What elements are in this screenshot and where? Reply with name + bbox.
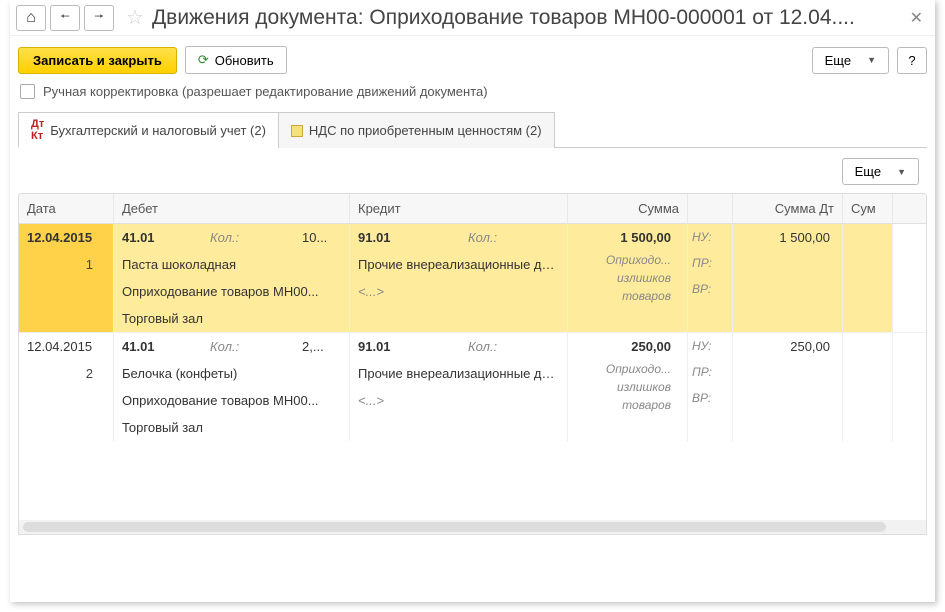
row2-debit-analytic1: Белочка (конфеты) — [114, 360, 349, 387]
close-button[interactable]: ✕ — [904, 8, 929, 28]
row2-index: 2 — [19, 360, 113, 387]
row1-debit-analytic3: Торговый зал — [114, 305, 349, 332]
row2-sum-desc2: излишков — [568, 378, 687, 396]
row1-debit-analytic1: Паста шоколадная — [114, 251, 349, 278]
row1-credit-kol-label: Кол.: — [468, 230, 559, 245]
manual-edit-checkbox[interactable] — [20, 84, 35, 99]
row1-sum: 1 500,00 — [568, 224, 687, 251]
row1-debit-account: 41.01 — [122, 230, 210, 245]
more-grid-label: Еще — [855, 164, 881, 179]
grid-header: Дата Дебет Кредит Сумма Сумма Дт Сум — [19, 194, 926, 224]
row2-vr-label: ВР: — [688, 385, 732, 411]
row2-credit-analytic1: Прочие внереализационные до... — [350, 360, 567, 387]
manual-edit-row: Ручная корректировка (разрешает редактир… — [10, 84, 935, 111]
more-button-top[interactable]: Еще ▼ — [812, 47, 889, 74]
header-blank — [688, 194, 733, 223]
row1-sum-desc3: товаров — [568, 287, 687, 305]
help-button[interactable]: ? — [897, 47, 927, 74]
tab-vat[interactable]: НДС по приобретенным ценностям (2) — [278, 112, 555, 148]
accounting-tab-icon: ДтКт — [31, 118, 44, 142]
tabs: ДтКт Бухгалтерский и налоговый учет (2) … — [18, 111, 927, 148]
row2-date: 12.04.2015 — [19, 333, 113, 360]
row2-debit-analytic3: Торговый зал — [114, 414, 349, 441]
row1-pr-label: ПР: — [688, 250, 732, 276]
row1-credit-analytic2: <...> — [350, 278, 567, 305]
row2-sumdt: 250,00 — [733, 333, 842, 360]
tab-accounting-label: Бухгалтерский и налоговый учет (2) — [50, 123, 266, 138]
save-and-close-button[interactable]: Записать и закрыть — [18, 47, 177, 74]
row1-sum-desc1: Оприходо... — [568, 251, 687, 269]
row2-sum-desc1: Оприходо... — [568, 360, 687, 378]
row2-sum: 250,00 — [568, 333, 687, 360]
row1-vr-label: ВР: — [688, 276, 732, 302]
arrow-left-icon: 🠔 — [60, 8, 70, 27]
chevron-down-icon: ▼ — [897, 167, 906, 177]
row1-credit-analytic1: Прочие внереализационные до... — [350, 251, 567, 278]
home-button[interactable]: ⌂ — [16, 5, 46, 31]
row1-nu-label: НУ: — [688, 224, 732, 250]
chevron-down-icon: ▼ — [867, 55, 876, 65]
row1-kol-label: Кол.: — [210, 230, 302, 245]
manual-edit-label: Ручная корректировка (разрешает редактир… — [43, 84, 488, 99]
refresh-label: Обновить — [215, 53, 274, 68]
postings-grid: Дата Дебет Кредит Сумма Сумма Дт Сум 12.… — [18, 193, 927, 535]
row2-debit-account: 41.01 — [122, 339, 210, 354]
more-button-grid[interactable]: Еще ▼ — [842, 158, 919, 185]
header-sum2[interactable]: Сум — [843, 194, 893, 223]
scrollbar-thumb[interactable] — [23, 522, 886, 532]
favorite-star-icon[interactable]: ☆ — [126, 5, 144, 30]
page-title: Движения документа: Оприходование товаро… — [152, 6, 900, 30]
table-row[interactable]: 12.04.2015 1 41.01 Кол.: 10... Паста шок… — [19, 224, 926, 332]
row1-debit-analytic2: Оприходование товаров МН00... — [114, 278, 349, 305]
row1-sumdt: 1 500,00 — [733, 224, 842, 251]
header-sum[interactable]: Сумма — [568, 194, 688, 223]
vat-tab-icon — [291, 125, 303, 137]
header-credit[interactable]: Кредит — [350, 194, 568, 223]
tab-accounting[interactable]: ДтКт Бухгалтерский и налоговый учет (2) — [18, 112, 279, 148]
row2-debit-analytic2: Оприходование товаров МН00... — [114, 387, 349, 414]
command-bar: Записать и закрыть ⟳ Обновить Еще ▼ ? — [10, 36, 935, 84]
row2-kol-label: Кол.: — [210, 339, 302, 354]
topbar: ⌂ 🠔 🠖 ☆ Движения документа: Оприходовани… — [10, 0, 935, 36]
horizontal-scrollbar[interactable] — [19, 520, 926, 534]
row2-pr-label: ПР: — [688, 359, 732, 385]
row1-kol-value: 10... — [302, 230, 341, 245]
row2-sum-desc3: товаров — [568, 396, 687, 414]
forward-button[interactable]: 🠖 — [84, 5, 114, 31]
row2-kol-value: 2,... — [302, 339, 341, 354]
header-date[interactable]: Дата — [19, 194, 114, 223]
grid-toolbar: Еще ▼ — [18, 148, 927, 193]
row2-credit-account: 91.01 — [358, 339, 468, 354]
row1-index: 1 — [19, 251, 113, 278]
row1-credit-account: 91.01 — [358, 230, 468, 245]
row2-nu-label: НУ: — [688, 333, 732, 359]
more-label: Еще — [825, 53, 851, 68]
row2-credit-analytic2: <...> — [350, 387, 567, 414]
row2-credit-kol-label: Кол.: — [468, 339, 559, 354]
header-debit[interactable]: Дебет — [114, 194, 350, 223]
home-icon: ⌂ — [26, 9, 36, 27]
tab-vat-label: НДС по приобретенным ценностям (2) — [309, 123, 542, 138]
back-button[interactable]: 🠔 — [50, 5, 80, 31]
row1-date: 12.04.2015 — [19, 224, 113, 251]
refresh-button[interactable]: ⟳ Обновить — [185, 46, 287, 74]
table-row[interactable]: 12.04.2015 2 41.01 Кол.: 2,... Белочка (… — [19, 333, 926, 441]
refresh-icon: ⟳ — [198, 52, 209, 68]
row1-sum-desc2: излишков — [568, 269, 687, 287]
arrow-right-icon: 🠖 — [94, 8, 104, 27]
header-sumdt[interactable]: Сумма Дт — [733, 194, 843, 223]
